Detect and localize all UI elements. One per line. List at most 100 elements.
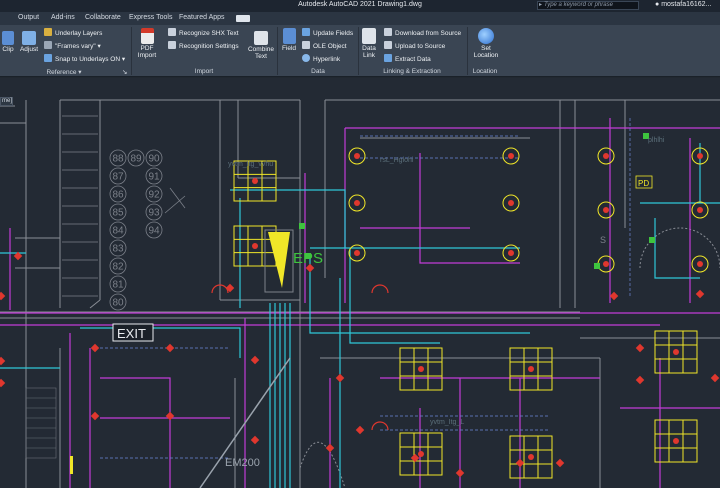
underlay-layers-button[interactable]: Underlay Layers bbox=[44, 28, 102, 38]
layers-icon bbox=[44, 28, 52, 36]
lift-number: 82 bbox=[112, 262, 124, 273]
update-fields-icon bbox=[302, 28, 310, 36]
set-location-button[interactable]: Set Location bbox=[470, 28, 502, 59]
device-marker bbox=[225, 283, 235, 293]
globe-icon bbox=[478, 28, 494, 44]
data-link-button[interactable]: Data Link bbox=[359, 28, 379, 59]
lift-number: 91 bbox=[148, 172, 160, 183]
tab-express-tools[interactable]: Express Tools bbox=[129, 14, 172, 21]
device-marker bbox=[165, 343, 175, 353]
upload-to-source-button[interactable]: Upload to Source bbox=[384, 41, 445, 51]
round-fixture-center bbox=[508, 153, 514, 159]
download-icon bbox=[384, 28, 392, 36]
location-panel-label: Location bbox=[472, 68, 498, 75]
pdf-import-button[interactable]: PDF Import bbox=[134, 28, 160, 59]
recognize-shx-icon bbox=[168, 28, 176, 36]
frame-icon bbox=[44, 41, 52, 49]
download-from-source-button[interactable]: Download from Source bbox=[384, 28, 461, 38]
tab-add-ins[interactable]: Add-ins bbox=[51, 14, 75, 21]
tab-collaborate[interactable]: Collaborate bbox=[85, 14, 121, 21]
lift-number: 83 bbox=[112, 244, 124, 255]
device-marker bbox=[609, 291, 619, 301]
search-placeholder: Type a keyword or phrase bbox=[544, 2, 613, 8]
linking-panel-label: Linking & Extraction bbox=[383, 68, 441, 75]
cyan-circuits bbox=[0, 143, 720, 488]
green-marker bbox=[649, 237, 655, 243]
ribbon-tab-bar: Output Add-ins Collaborate Express Tools… bbox=[0, 12, 720, 25]
device-marker bbox=[555, 458, 565, 468]
device-marker bbox=[325, 443, 335, 453]
snap-icon bbox=[44, 54, 52, 62]
device-marker bbox=[515, 458, 525, 468]
ribbon-toggle-button[interactable] bbox=[236, 15, 250, 22]
lift-number: 84 bbox=[112, 226, 124, 237]
tab-output[interactable]: Output bbox=[18, 14, 39, 21]
device-marker bbox=[710, 373, 720, 383]
ole-object-icon bbox=[302, 41, 310, 49]
recognition-settings-button[interactable]: Recognition Settings bbox=[168, 41, 239, 51]
recognize-shx-text-button[interactable]: Recognize SHX Text bbox=[168, 28, 239, 38]
field-button[interactable]: Field bbox=[280, 28, 298, 52]
device-marker bbox=[165, 411, 175, 421]
title-bar: Autodesk AutoCAD 2021 Drawing1.dwg ▸ Typ… bbox=[0, 0, 720, 12]
import-panel-label: Import bbox=[194, 68, 214, 75]
ribbon: Clip Adjust Underlay Layers "Frames vary… bbox=[0, 25, 720, 77]
user-icon: ● bbox=[655, 1, 660, 8]
eps-marker bbox=[268, 232, 290, 288]
panel-launcher-icon[interactable]: ↘ bbox=[122, 68, 127, 76]
hyperlink-icon bbox=[302, 54, 310, 62]
room-label-c: plhlhi bbox=[648, 137, 665, 144]
fixture-center bbox=[418, 366, 424, 372]
round-fixture-center bbox=[508, 200, 514, 206]
lift-number: 90 bbox=[148, 154, 160, 165]
arc-device bbox=[371, 284, 389, 294]
em200-label: EM200 bbox=[225, 457, 260, 469]
fixture-center bbox=[528, 366, 534, 372]
lift-number: 94 bbox=[148, 226, 160, 237]
tab-featured-apps[interactable]: Featured Apps bbox=[179, 14, 225, 21]
lift-number: 93 bbox=[148, 208, 160, 219]
data-panel-label: Data bbox=[311, 68, 325, 75]
lift-number: 89 bbox=[130, 154, 142, 165]
round-fixture-center bbox=[603, 153, 609, 159]
search-icon: ▸ bbox=[539, 2, 543, 8]
reference-panel-label[interactable]: Reference ▾ ↘ bbox=[0, 68, 128, 76]
frames-vary-dropdown[interactable]: "Frames vary" ▾ bbox=[44, 41, 101, 51]
update-fields-button[interactable]: Update Fields bbox=[302, 28, 353, 38]
clip-icon bbox=[2, 31, 14, 45]
clip-button[interactable]: Clip bbox=[1, 31, 15, 53]
device-marker bbox=[455, 468, 465, 478]
round-fixture-center bbox=[508, 250, 514, 256]
lift-number: 92 bbox=[148, 190, 160, 201]
floor-plan-drawing[interactable]: EXIT EPS PD EM200 yvtm_Itg_vvhu rsL_Hglo… bbox=[0, 78, 720, 488]
arc-device bbox=[371, 421, 389, 431]
device-marker bbox=[0, 378, 6, 388]
hyperlink-button[interactable]: Hyperlink bbox=[302, 54, 340, 64]
device-marker bbox=[355, 425, 365, 435]
upload-icon bbox=[384, 41, 392, 49]
viewport-label[interactable]: me] bbox=[0, 97, 13, 106]
user-menu[interactable]: ● mostafa16162... bbox=[655, 1, 711, 8]
extract-data-button[interactable]: Extract Data bbox=[384, 54, 431, 64]
device-marker bbox=[250, 355, 260, 365]
user-name: mostafa16162... bbox=[661, 1, 712, 8]
fixture-center bbox=[252, 178, 258, 184]
room-label-d: yvtm_Itg_L bbox=[430, 419, 464, 426]
adjust-button[interactable]: Adjust bbox=[18, 31, 40, 53]
lift-number: 80 bbox=[112, 298, 124, 309]
light-fixtures bbox=[233, 160, 698, 479]
device-marker bbox=[250, 435, 260, 445]
hatch-blocks bbox=[25, 387, 57, 459]
room-label-b: rsL_Hglohi bbox=[380, 157, 414, 164]
lift-number: 85 bbox=[112, 208, 124, 219]
room-label-a: yvtm_Itg_vvhu bbox=[228, 161, 273, 168]
ole-object-button[interactable]: OLE Object bbox=[302, 41, 347, 51]
combine-text-button[interactable]: Combine Text bbox=[246, 31, 276, 60]
dimension-lines bbox=[100, 118, 631, 459]
device-marker bbox=[635, 375, 645, 385]
snap-to-underlays-dropdown[interactable]: Snap to Underlays ON ▾ bbox=[44, 54, 125, 64]
device-marker bbox=[90, 343, 100, 353]
drawing-canvas[interactable]: EXIT EPS PD EM200 yvtm_Itg_vvhu rsL_Hglo… bbox=[0, 78, 720, 488]
search-input[interactable]: ▸ Type a keyword or phrase bbox=[537, 1, 639, 10]
recognition-settings-icon bbox=[168, 41, 176, 49]
